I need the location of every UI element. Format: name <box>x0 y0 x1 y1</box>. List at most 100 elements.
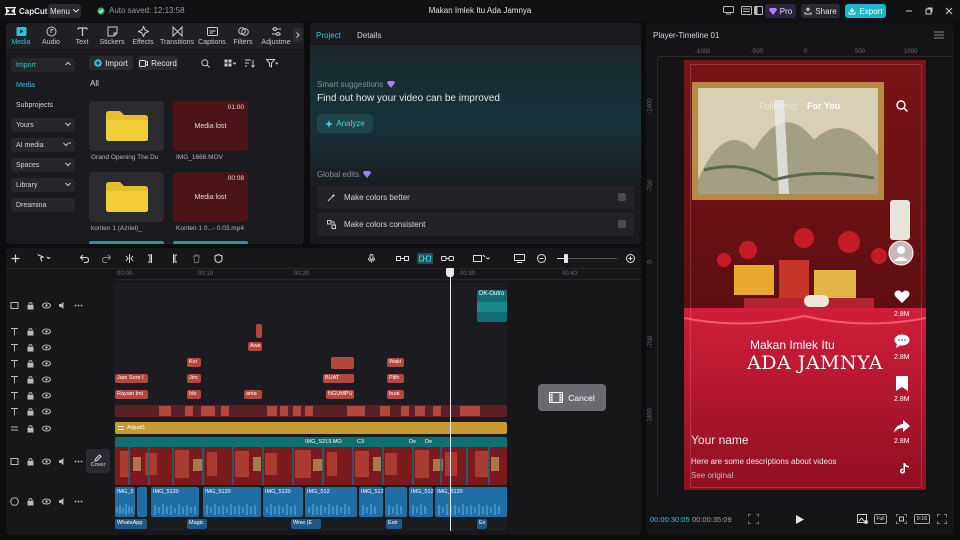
aspect-ratio-button[interactable]: 9:16 <box>914 514 930 524</box>
tab-effects[interactable]: Effects <box>127 26 159 48</box>
cancel-button[interactable]: Cancel <box>538 384 606 411</box>
lock-icon[interactable] <box>26 457 35 466</box>
eye-icon[interactable] <box>42 457 51 466</box>
nav-yours[interactable]: Yours <box>11 118 75 132</box>
sfx-clip[interactable]: Ex <box>477 519 487 529</box>
nav-dreamina[interactable]: Dreamina <box>11 198 75 212</box>
text-clip[interactable]: NGUMPU <box>326 390 354 399</box>
playhead[interactable] <box>450 268 451 531</box>
minimize-icon[interactable] <box>905 7 913 15</box>
text-clip[interactable]: Awa <box>248 342 262 351</box>
screen-icon[interactable] <box>723 6 734 15</box>
edit-toggle[interactable] <box>618 220 626 228</box>
speaker-icon[interactable] <box>58 457 67 466</box>
delete-icon[interactable] <box>192 254 201 263</box>
zoom-in-icon[interactable] <box>626 254 635 263</box>
tab-adjustment[interactable]: Adjustme <box>259 26 293 48</box>
lock-icon[interactable] <box>26 375 35 384</box>
tab-filters[interactable]: Filters <box>227 26 259 48</box>
nav-media[interactable]: Media <box>11 78 75 92</box>
microphone-icon[interactable] <box>367 254 376 263</box>
eye-icon[interactable] <box>42 391 51 400</box>
eye-icon[interactable] <box>42 359 51 368</box>
menu-button[interactable]: Menu <box>48 4 81 18</box>
eye-icon[interactable] <box>42 301 51 310</box>
text-clip[interactable] <box>256 324 262 338</box>
sort-icon[interactable] <box>244 59 258 68</box>
layout-icon[interactable] <box>754 6 763 15</box>
text-clip[interactable]: Jam Sore I <box>115 374 148 383</box>
undo-icon[interactable] <box>80 254 89 263</box>
lock-icon[interactable] <box>26 424 35 433</box>
lock-icon[interactable] <box>26 497 35 506</box>
close-icon[interactable] <box>945 7 953 15</box>
tab-details[interactable]: Details <box>357 31 381 40</box>
tab-project[interactable]: Project <box>316 31 341 40</box>
zoom-slider-thumb[interactable] <box>564 254 568 263</box>
main-video-track[interactable]: IMG_S219.MO De De C3 <box>115 437 507 485</box>
image-settings-icon[interactable] <box>857 514 868 524</box>
trim-right-icon[interactable] <box>169 254 178 263</box>
edit-row-consistent[interactable]: Make colors consistent <box>317 212 634 236</box>
nav-spaces[interactable]: Spaces <box>11 158 75 172</box>
text-clip[interactable]: Waki <box>387 358 404 367</box>
expand-icon[interactable] <box>937 514 947 524</box>
select-tool-icon[interactable] <box>37 254 51 263</box>
preview-axis-icon[interactable] <box>473 254 491 263</box>
text-clip[interactable]: buat <box>387 390 404 399</box>
text-clip[interactable]: Ide <box>187 390 201 399</box>
media-card-lost[interactable]: Media lost 00:08 <box>173 172 248 222</box>
nav-ai-media[interactable]: AI media <box>11 138 75 152</box>
tab-text[interactable]: Text <box>66 26 98 48</box>
chain-icon[interactable] <box>441 254 455 263</box>
sfx-clip[interactable]: WhatsApp <box>115 519 147 529</box>
tab-media[interactable]: Media <box>5 26 37 48</box>
text-clip[interactable]: BUAT <box>323 374 354 383</box>
lock-icon[interactable] <box>26 327 35 336</box>
cover-button[interactable]: Cover <box>86 449 110 473</box>
more-icon[interactable] <box>74 497 83 506</box>
tab-captions[interactable]: Captions <box>196 26 228 48</box>
sfx-clip[interactable]: Extr <box>386 519 402 529</box>
edit-toggle[interactable] <box>618 193 626 201</box>
restore-icon[interactable] <box>925 7 933 15</box>
link-clips-icon[interactable] <box>396 254 409 263</box>
export-button[interactable]: Export <box>845 4 886 18</box>
more-icon[interactable] <box>74 301 83 310</box>
audio-track[interactable]: IMG_5 IMG_5120 IMG_5120 IMG_5120 IMG_512… <box>115 487 507 517</box>
add-track-icon[interactable] <box>11 254 20 263</box>
import-button[interactable]: Import <box>89 56 133 70</box>
sfx-track[interactable]: WhatsApp Magic Wow (E Extr Ex <box>115 519 507 529</box>
zoom-out-icon[interactable] <box>537 254 546 263</box>
tab-audio[interactable]: Audio <box>35 26 67 48</box>
filter-icon[interactable] <box>266 59 278 68</box>
search-icon[interactable] <box>201 59 210 68</box>
text-clip[interactable] <box>331 357 354 369</box>
shield-icon[interactable] <box>214 254 223 263</box>
text-clip[interactable]: anta <box>244 390 262 399</box>
redo-icon[interactable] <box>102 254 111 263</box>
eye-icon[interactable] <box>42 343 51 352</box>
nav-library[interactable]: Library <box>11 178 75 192</box>
eye-icon[interactable] <box>42 327 51 336</box>
video-preview[interactable]: Following For You 2.8M 2.8M 2.8M 2.8M Ma… <box>684 60 926 490</box>
pro-button[interactable]: Pro <box>765 4 796 18</box>
lock-icon[interactable] <box>26 359 35 368</box>
text-clip[interactable]: Jim <box>187 374 201 383</box>
nav-subprojects[interactable]: Subprojects <box>11 98 75 112</box>
sfx-clip[interactable]: Magic <box>187 519 207 529</box>
tab-stickers[interactable]: Stickers <box>96 26 128 48</box>
caption-track-icon[interactable] <box>514 254 525 263</box>
eye-icon[interactable] <box>42 424 51 433</box>
full-quality-button[interactable]: Full <box>874 514 887 524</box>
eye-icon[interactable] <box>42 407 51 416</box>
text-marker-row[interactable] <box>115 405 507 417</box>
more-icon[interactable] <box>74 457 83 466</box>
lock-icon[interactable] <box>26 301 35 310</box>
playhead-handle[interactable] <box>446 268 454 277</box>
lock-icon[interactable] <box>26 343 35 352</box>
magnet-toggle[interactable] <box>417 253 433 264</box>
sfx-clip[interactable]: Wow (E <box>291 519 321 529</box>
outro-clip[interactable]: DK-Outro <box>477 290 507 322</box>
record-button[interactable]: Record <box>138 56 178 70</box>
